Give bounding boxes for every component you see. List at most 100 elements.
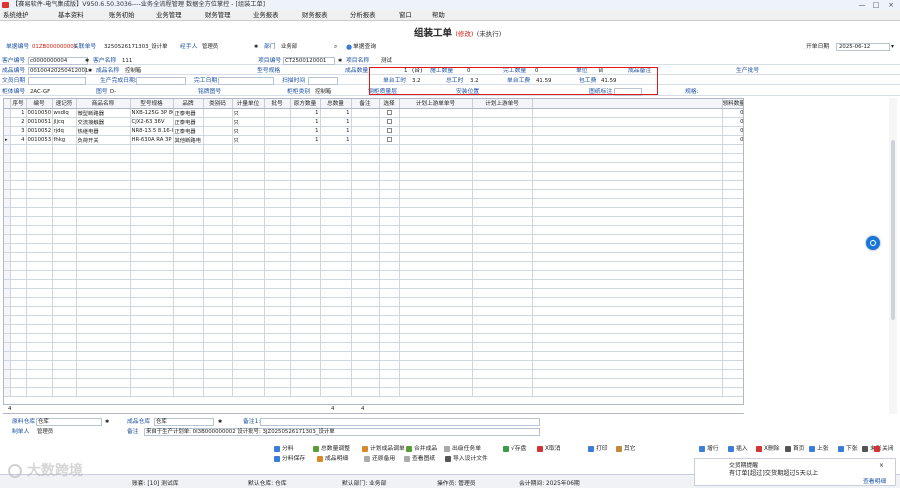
dept-field[interactable]: 业务部 (281, 43, 297, 51)
col-select[interactable]: 选择 (379, 99, 400, 109)
toolbar-button-tb-bottom-0[interactable]: 分料保存 (274, 455, 305, 463)
cell-spacer[interactable] (532, 117, 723, 127)
cell-cat[interactable] (203, 135, 233, 145)
toolbar-button-tb-top-6[interactable]: X取消 (537, 445, 561, 453)
cell-select[interactable] (379, 108, 400, 118)
cell-orig-qty[interactable]: 1 (290, 108, 321, 118)
toolbar-button-tb-bottom-2[interactable]: 还原备用 (364, 455, 395, 463)
select-checkbox[interactable] (386, 136, 392, 142)
cell-short[interactable]: wsdlq (52, 108, 77, 118)
cell-batch[interactable] (264, 126, 291, 136)
toolbar-button-tb-top-10[interactable]: 插入 (728, 445, 748, 453)
cell-remark[interactable] (351, 135, 380, 145)
cell-short[interactable]: rjdq (52, 126, 77, 136)
cell-name[interactable]: 热继电器 (76, 126, 131, 136)
menu-window[interactable]: 窗口 (399, 10, 412, 21)
cell-spacer[interactable] (532, 126, 723, 136)
cell-plan-upstream[interactable] (472, 135, 533, 145)
col-batch[interactable]: 批号 (264, 99, 291, 109)
col-seq[interactable]: 序号 (10, 99, 27, 109)
toolbar-button-tb-top-0[interactable]: 分料 (274, 445, 294, 453)
drawing-no-field[interactable]: D- (110, 88, 116, 96)
toolbar-button-tb-bottom-3[interactable]: 查看图纸 (404, 455, 435, 463)
cabinet-type-field[interactable]: 控制箱 (315, 88, 331, 96)
cell-name[interactable]: 微型断路器 (76, 108, 131, 118)
menu-account-init[interactable]: 账务初始 (109, 10, 135, 21)
toolbar-button-tb-top-14[interactable]: 下张 (838, 445, 858, 453)
menu-business-report[interactable]: 业务报表 (253, 10, 279, 21)
toolbar-button-tb-top-13[interactable]: 上张 (809, 445, 829, 453)
cell-brand[interactable]: 其他断路电 (173, 135, 204, 145)
cell-orig-qty[interactable]: 1 (290, 117, 321, 127)
cell-seq[interactable]: 1 (10, 108, 27, 118)
cell-batch[interactable] (264, 135, 291, 145)
col-name[interactable]: 商品名称 (76, 99, 131, 109)
col-total-qty[interactable]: 总数量 (320, 99, 352, 109)
cell-total-qty[interactable]: 1 (320, 108, 352, 118)
customer-name-field[interactable]: 111 (122, 57, 132, 65)
cell-unit[interactable]: 只 (232, 126, 265, 136)
col-orig-qty[interactable]: 原方数量 (290, 99, 321, 109)
cell-remark[interactable] (351, 117, 380, 127)
col-cat[interactable]: 类别码 (203, 99, 233, 109)
cell-model[interactable]: CJX2-63 36V (130, 117, 174, 127)
cell-seq[interactable]: 3 (10, 126, 27, 136)
cell-short[interactable]: jljcq (52, 117, 77, 127)
cell-pick-qty[interactable]: 0 (722, 108, 743, 118)
cell-code[interactable]: 0010050 (26, 108, 53, 118)
remark1-input[interactable] (260, 418, 540, 426)
cell-orig-qty[interactable]: 1 (290, 126, 321, 136)
table-row[interactable]: 10010050wsdlq微型断路器NXB-125G 3P 80A正泰电器只11… (4, 108, 743, 118)
toolbar-button-tb-top-12[interactable]: 首页 (785, 445, 805, 453)
cell-spacer[interactable] (532, 135, 723, 145)
select-checkbox[interactable] (386, 109, 392, 115)
cell-orig-qty[interactable]: 1 (290, 135, 321, 145)
toolbar-button-tb-top-5[interactable]: √存盘 (503, 445, 526, 453)
menu-finance-report[interactable]: 财务报表 (302, 10, 328, 21)
finish-date-input[interactable] (218, 77, 274, 85)
cell-select[interactable] (379, 126, 400, 136)
toolbar-button-tb-top-16[interactable]: 关闭 (874, 445, 894, 453)
menu-business[interactable]: 业务管理 (156, 10, 182, 21)
doc-query-button[interactable]: 单据查询 (353, 43, 376, 51)
doc-no-field[interactable]: 01ZB000000005 (32, 43, 77, 51)
product-name-field[interactable]: 控制箱 (125, 67, 141, 75)
panel-no-field[interactable]: 2AC-GF (30, 88, 50, 96)
cell-cat[interactable] (203, 117, 233, 127)
col-pick-qty[interactable]: 领料数量 (722, 99, 743, 109)
cell-batch[interactable] (264, 108, 291, 118)
cell-model[interactable]: HR-630A RA 3P (130, 135, 174, 145)
cell-short[interactable]: fhkg (52, 135, 77, 145)
date-picker-icon[interactable]: ▾ (891, 43, 894, 51)
cell-model[interactable]: NXB-125G 3P 80A (130, 108, 174, 118)
cell-code[interactable]: 0010053 (26, 135, 53, 145)
cell-seq[interactable]: 2 (10, 117, 27, 127)
menu-analysis-report[interactable]: 分析报表 (350, 10, 376, 21)
cell-plan-upstream-no[interactable] (399, 117, 473, 127)
select-checkbox[interactable] (386, 118, 392, 124)
col-code[interactable]: 编号 (26, 99, 53, 109)
cell-code[interactable]: 0010052 (26, 126, 53, 136)
cell-select[interactable] (379, 117, 400, 127)
select-checkbox[interactable] (386, 127, 392, 133)
close-window-button[interactable]: × (885, 0, 897, 10)
cell-brand[interactable]: 正泰电器 (173, 126, 204, 136)
col-model[interactable]: 型号规格 (130, 99, 174, 109)
col-short[interactable]: 速记符 (52, 99, 77, 109)
maximize-button[interactable]: □ (870, 0, 882, 10)
cell-unit[interactable]: 只 (232, 135, 265, 145)
cell-plan-upstream-no[interactable] (399, 135, 473, 145)
cell-name[interactable]: 负荷开关 (76, 135, 131, 145)
cell-total-qty[interactable]: 1 (320, 135, 352, 145)
toolbar-button-tb-top-1[interactable]: 总数量调整 (313, 445, 350, 453)
menu-finance[interactable]: 财务管理 (205, 10, 231, 21)
col-brand[interactable]: 品牌 (173, 99, 204, 109)
menu-help[interactable]: 帮助 (432, 10, 445, 21)
cell-select[interactable] (379, 135, 400, 145)
plan-date-input[interactable] (136, 77, 186, 85)
cell-code[interactable]: 0010051 (26, 117, 53, 127)
toolbar-button-tb-top-9[interactable]: 增行 (699, 445, 719, 453)
file-date-input[interactable] (28, 77, 86, 85)
cell-pick-qty[interactable]: 0 (722, 117, 743, 127)
minimize-button[interactable]: — (856, 0, 868, 10)
